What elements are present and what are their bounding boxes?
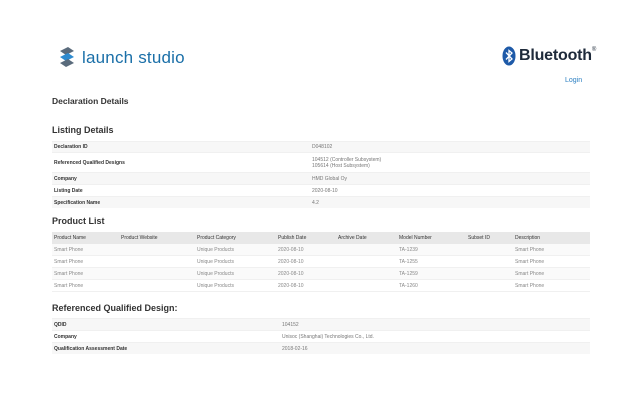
- table-row: Smart Phone Unique Products 2020-08-10 T…: [52, 256, 590, 268]
- listing-row-declaration-id: Declaration ID D048102: [52, 141, 590, 152]
- referenced-qualified-design-table: QDID 104152 Company Unisoc (Shanghai) Te…: [52, 318, 590, 354]
- cell-model-number: TA-1259: [399, 270, 418, 277]
- table-row: Smart Phone Unique Products 2020-08-10 T…: [52, 280, 590, 292]
- listing-row-specification-name: Specification Name 4.2: [52, 196, 590, 208]
- listing-details-table: Declaration ID D048102 Referenced Qualif…: [52, 141, 590, 208]
- rqd-label: Company: [54, 333, 77, 340]
- column-header[interactable]: Model Number: [397, 235, 466, 241]
- bluetooth-wordmark: Bluetooth®: [519, 47, 596, 65]
- column-header[interactable]: Product Name: [52, 235, 119, 241]
- rqd-label: Qualification Assessment Date: [54, 345, 128, 352]
- cell-description: Smart Phone: [515, 258, 545, 265]
- column-header[interactable]: Publish Date: [276, 235, 336, 241]
- cell-product-category: Unique Products: [197, 258, 234, 265]
- listing-value-multi: 104512 (Controller Subsystem) 105614 (Ho…: [312, 157, 381, 169]
- listing-value: 104512 (Controller Subsystem): [312, 156, 382, 163]
- cell-product-name: Smart Phone: [54, 246, 84, 253]
- listing-label: Declaration ID: [54, 144, 88, 150]
- cell-product-category: Unique Products: [197, 282, 234, 289]
- cell-description: Smart Phone: [515, 246, 545, 253]
- brand-name: launch studio: [82, 48, 185, 67]
- listing-label: Referenced Qualified Designs: [54, 159, 125, 166]
- column-header[interactable]: Archive Date: [336, 235, 397, 241]
- listing-value: 2020-08-10: [312, 187, 338, 194]
- rqd-row-assessment-date: Qualification Assessment Date 2018-02-16: [52, 342, 590, 354]
- cell-publish-date: 2020-08-10: [278, 282, 304, 289]
- product-list-header: Product Name Product Website Product Cat…: [52, 232, 590, 244]
- column-header[interactable]: Description: [513, 235, 590, 241]
- listing-value: 105614 (Host Subsystem): [312, 162, 370, 169]
- bluetooth-icon: [502, 46, 516, 66]
- listing-row-company: Company HMD Global Oy: [52, 172, 590, 184]
- product-list-title: Product List: [52, 216, 105, 226]
- cell-model-number: TA-1255: [399, 258, 418, 265]
- listing-label: Listing Date: [54, 187, 83, 194]
- cell-publish-date: 2020-08-10: [278, 258, 304, 265]
- login-link[interactable]: Login: [565, 77, 582, 84]
- listing-row-referenced-designs: Referenced Qualified Designs 104512 (Con…: [52, 152, 590, 172]
- column-header[interactable]: Product Category: [195, 235, 276, 241]
- column-header[interactable]: Product Website: [119, 235, 195, 241]
- cell-product-name: Smart Phone: [54, 258, 84, 265]
- rqd-value: Unisoc (Shanghai) Technologies Co., Ltd.: [282, 333, 374, 340]
- cell-product-name: Smart Phone: [54, 282, 84, 289]
- launch-studio-logo[interactable]: launch studio: [58, 47, 185, 69]
- table-row: Smart Phone Unique Products 2020-08-10 T…: [52, 268, 590, 280]
- listing-label: Specification Name: [54, 199, 101, 206]
- table-row: Smart Phone Unique Products 2020-08-10 T…: [52, 244, 590, 256]
- listing-value: 4.2: [312, 199, 319, 206]
- listing-row-listing-date: Listing Date 2020-08-10: [52, 184, 590, 196]
- page-header: launch studio Bluetooth® Login: [0, 0, 640, 90]
- cell-model-number: TA-1260: [399, 282, 418, 289]
- column-header[interactable]: Subset ID: [466, 235, 513, 241]
- product-list-table: Product Name Product Website Product Cat…: [52, 232, 590, 292]
- bluetooth-logo: Bluetooth®: [502, 46, 596, 66]
- cell-publish-date: 2020-08-10: [278, 246, 304, 253]
- cell-model-number: TA-1239: [399, 246, 418, 253]
- bluetooth-wordmark-text: Bluetooth: [519, 47, 592, 64]
- listing-value: HMD Global Oy: [312, 175, 348, 182]
- launch-studio-logo-icon: [60, 47, 74, 67]
- cell-description: Smart Phone: [515, 282, 545, 289]
- page-title: Declaration Details: [52, 96, 129, 106]
- listing-label: Company: [54, 175, 77, 182]
- rqd-value: 2018-02-16: [282, 345, 308, 352]
- rqd-label: QDID: [54, 321, 67, 328]
- rqd-value: 104152: [282, 321, 299, 328]
- listing-details-title: Listing Details: [52, 125, 114, 135]
- cell-product-name: Smart Phone: [54, 270, 84, 277]
- cell-product-category: Unique Products: [197, 270, 234, 277]
- listing-value: D048102: [312, 144, 333, 150]
- cell-publish-date: 2020-08-10: [278, 270, 304, 277]
- registered-mark: ®: [591, 47, 597, 53]
- rqd-row-qdid: QDID 104152: [52, 318, 590, 330]
- rqd-row-company: Company Unisoc (Shanghai) Technologies C…: [52, 330, 590, 342]
- referenced-qualified-design-title: Referenced Qualified Design:: [52, 303, 178, 313]
- cell-description: Smart Phone: [515, 270, 545, 277]
- cell-product-category: Unique Products: [197, 246, 234, 253]
